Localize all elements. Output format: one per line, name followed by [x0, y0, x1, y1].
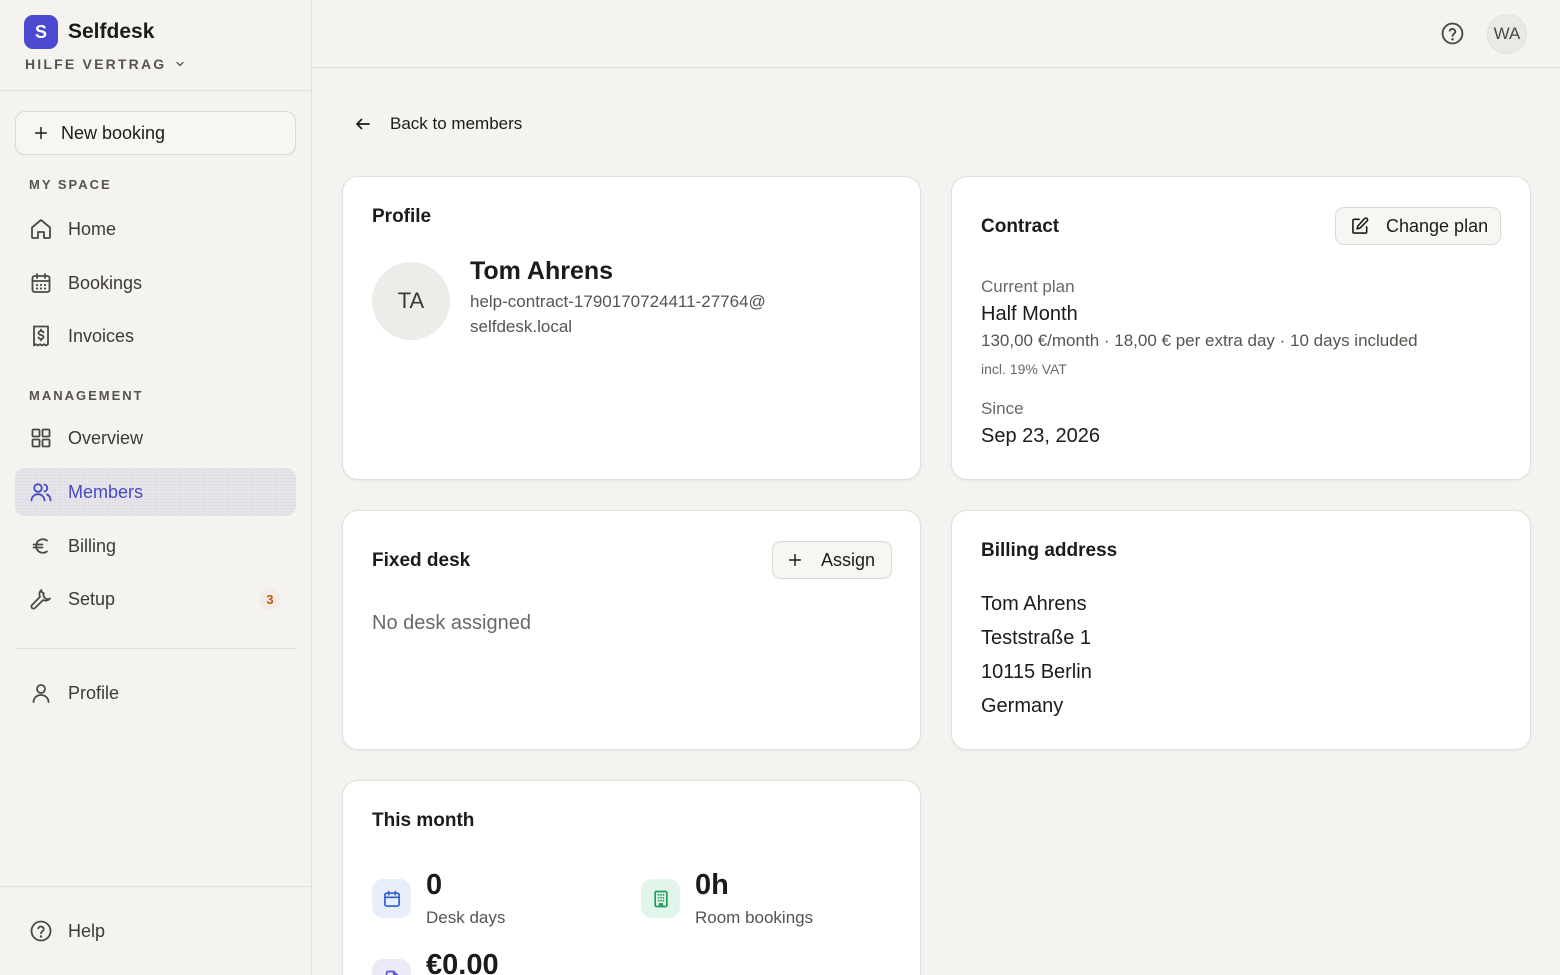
- sidebar: S Selfdesk HILFE VERTRAG New booking MY …: [0, 0, 312, 975]
- plus-icon: [787, 552, 803, 568]
- address-line: Germany: [981, 695, 1064, 717]
- user-icon: [29, 681, 53, 705]
- calendar-icon: [372, 879, 411, 918]
- workspace-switcher[interactable]: HILFE VERTRAG: [25, 56, 186, 72]
- plus-icon: [33, 125, 61, 141]
- member-avatar: TA: [372, 262, 450, 340]
- divider: [0, 886, 311, 887]
- brand-name: Selfdesk: [68, 20, 155, 43]
- since-value: Sep 23, 2026: [981, 425, 1100, 447]
- users-icon: [29, 480, 53, 504]
- arrow-left-icon: [354, 115, 390, 133]
- sidebar-item-label: Bookings: [68, 272, 143, 293]
- workspace-name: HILFE VERTRAG: [25, 56, 167, 72]
- fixed-desk-title: Fixed desk: [372, 550, 471, 571]
- room-bookings-label: Room bookings: [695, 908, 814, 927]
- divider: [15, 648, 296, 649]
- billing-address-card: Billing address Tom Ahrens Teststraße 1 …: [951, 510, 1531, 750]
- assign-label: Assign: [821, 549, 876, 570]
- member-email: help-contract-1790170724411-27764@selfde…: [470, 292, 766, 336]
- assign-desk-button[interactable]: Assign: [772, 541, 892, 579]
- back-to-members-link[interactable]: Back to members: [354, 114, 522, 134]
- sidebar-item-invoices[interactable]: Invoices: [15, 312, 296, 360]
- edit-icon: [1350, 216, 1370, 236]
- home-icon: [29, 217, 53, 241]
- address-line: Tom Ahrens: [981, 593, 1087, 615]
- chevron-down-icon: [166, 58, 186, 70]
- contract-card-title: Contract: [981, 216, 1060, 237]
- current-plan-label: Current plan: [981, 277, 1075, 296]
- sidebar-item-overview[interactable]: Overview: [15, 414, 296, 462]
- new-booking-button[interactable]: New booking: [15, 111, 296, 155]
- back-label: Back to members: [390, 114, 523, 133]
- brand[interactable]: S Selfdesk: [24, 15, 154, 49]
- building-icon: [641, 879, 680, 918]
- vat-note: incl. 19% VAT: [981, 361, 1067, 377]
- plan-name: Half Month: [981, 303, 1078, 325]
- sidebar-item-profile[interactable]: Profile: [15, 669, 296, 717]
- wrench-icon: [29, 587, 53, 611]
- new-booking-label: New booking: [61, 122, 166, 143]
- sidebar-item-help[interactable]: Help: [15, 907, 296, 955]
- section-label-management: MANAGEMENT: [29, 388, 144, 403]
- plan-details: 130,00 €/month · 18,00 € per extra day ·…: [981, 331, 1418, 350]
- euro-icon: [29, 534, 53, 558]
- address-line: Teststraße 1: [981, 627, 1092, 649]
- sidebar-item-label: Members: [68, 481, 144, 502]
- brand-logo: S: [24, 15, 58, 49]
- profile-card: Profile TA Tom Ahrens help-contract-1790…: [342, 176, 921, 480]
- spend-value: €0.00: [426, 949, 499, 975]
- sidebar-item-billing[interactable]: Billing: [15, 522, 296, 570]
- billing-address-title: Billing address: [981, 540, 1118, 561]
- sidebar-item-label: Invoices: [68, 325, 135, 346]
- profile-card-title: Profile: [372, 206, 432, 227]
- section-label-my-space: MY SPACE: [29, 177, 112, 192]
- sidebar-item-members[interactable]: Members: [15, 468, 296, 516]
- since-label: Since: [981, 399, 1024, 418]
- fixed-desk-card: Fixed desk Assign No desk assigned: [342, 510, 921, 750]
- sidebar-item-label: Help: [68, 920, 106, 941]
- no-desk-text: No desk assigned: [372, 612, 531, 634]
- member-name: Tom Ahrens: [470, 257, 614, 285]
- this-month-title: This month: [372, 810, 475, 831]
- sidebar-item-home[interactable]: Home: [15, 205, 296, 253]
- sidebar-item-label: Overview: [68, 427, 144, 448]
- this-month-card: This month 0 Desk days 0h Room bookings …: [342, 780, 921, 975]
- grid-icon: [29, 426, 53, 450]
- contract-card: Contract Change plan Current plan Half M…: [951, 176, 1531, 480]
- sidebar-item-setup[interactable]: Setup 3: [15, 575, 296, 623]
- desk-days-label: Desk days: [426, 908, 506, 927]
- setup-badge: 3: [259, 588, 281, 610]
- help-circle-icon: [29, 919, 53, 943]
- receipt-icon: [29, 324, 53, 348]
- room-bookings-value: 0h: [695, 869, 729, 901]
- help-icon[interactable]: [1440, 21, 1465, 46]
- sidebar-item-label: Billing: [68, 535, 117, 556]
- change-plan-label: Change plan: [1386, 215, 1489, 236]
- address-line: 10115 Berlin: [981, 661, 1092, 683]
- desk-days-value: 0: [426, 869, 443, 901]
- topbar: WA: [312, 0, 1560, 68]
- divider: [0, 90, 311, 91]
- sidebar-item-label: Profile: [68, 682, 120, 703]
- sidebar-item-label: Setup: [68, 588, 116, 609]
- document-icon: [372, 959, 411, 975]
- user-avatar[interactable]: WA: [1487, 14, 1527, 54]
- change-plan-button[interactable]: Change plan: [1335, 207, 1501, 245]
- sidebar-item-label: Home: [68, 218, 117, 239]
- sidebar-item-bookings[interactable]: Bookings: [15, 259, 296, 307]
- calendar-icon: [29, 271, 53, 295]
